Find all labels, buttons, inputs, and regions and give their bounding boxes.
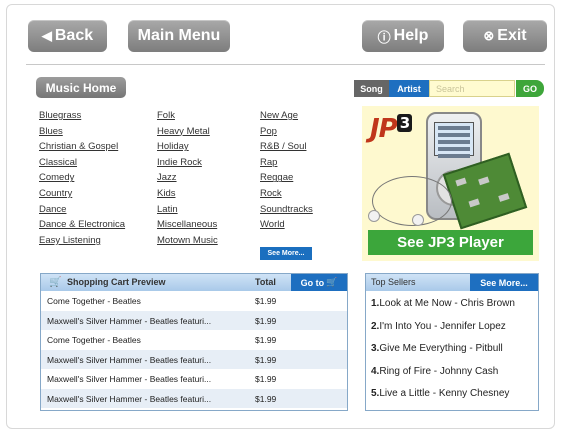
genre-link[interactable]: Rap <box>260 157 277 168</box>
genre-link[interactable]: Bluegrass <box>39 110 81 121</box>
genre-link[interactable]: Reggae <box>260 172 293 183</box>
cart-row[interactable]: Maxwell's Silver Hammer - Beatles featur… <box>41 388 347 408</box>
cart-item-price: $1.99 <box>255 335 277 345</box>
exit-label: Exit <box>497 27 527 44</box>
help-button[interactable]: ⓘ Help <box>362 20 444 52</box>
cart-item-price: $1.99 <box>255 374 277 384</box>
genre-link[interactable]: Heavy Metal <box>157 126 210 137</box>
top-seller-title: I'm Into You - Jennifer Lopez <box>379 320 506 332</box>
genre-link[interactable]: World <box>260 219 285 230</box>
genre-link[interactable]: Holiday <box>157 141 189 152</box>
cart-item-name: Maxwell's Silver Hammer - Beatles featur… <box>47 393 212 404</box>
top-seller-item[interactable]: 4.Ring of Fire - Johnny Cash <box>371 366 498 377</box>
genre-link[interactable]: R&B / Soul <box>260 141 306 152</box>
cart-row[interactable]: Maxwell's Silver Hammer - Beatles featur… <box>41 310 347 330</box>
cart-title: Shopping Cart Preview <box>67 277 166 287</box>
cart-item-price: $1.99 <box>255 393 277 404</box>
jp3-logo: JP 3 <box>370 114 413 144</box>
top-seller-item[interactable]: 3.Give Me Everything - Pitbull <box>371 343 503 354</box>
cart-item-price: $1.99 <box>255 296 277 306</box>
cart-item-price: $1.99 <box>255 315 277 326</box>
top-seller-item[interactable]: 1.Look at Me Now - Chris Brown <box>371 298 515 309</box>
header-divider <box>26 64 545 65</box>
top-seller-title: Live a Little - Kenny Chesney <box>379 388 510 399</box>
cart-total-label: Total <box>255 277 276 287</box>
cart-icon: 🛒 <box>49 277 62 288</box>
jp3-ad-banner[interactable]: JP 3 See JP3 Player <box>362 106 539 261</box>
top-sellers-header: Top Sellers See More... <box>366 274 538 291</box>
genre-link[interactable]: Country <box>39 188 72 199</box>
exit-icon: ⊗ <box>483 28 495 43</box>
back-button[interactable]: ◀ Back <box>28 20 107 52</box>
earbud-image <box>368 210 380 222</box>
genre-link[interactable]: Christian & Gospel <box>39 141 118 152</box>
help-label: Help <box>393 27 429 44</box>
top-seller-title: Give Me Everything - Pitbull <box>379 343 503 354</box>
shopping-cart-preview: 🛒 Shopping Cart Preview Total Go to 🛒 Co… <box>40 273 348 411</box>
song-tab[interactable]: Song <box>354 80 389 97</box>
genre-link[interactable]: New Age <box>260 110 298 121</box>
cart-item-name: Maxwell's Silver Hammer - Beatles featur… <box>47 374 212 384</box>
back-arrow-icon: ◀ <box>41 28 52 43</box>
music-home-button[interactable]: Music Home <box>36 77 126 98</box>
genre-link[interactable]: Pop <box>260 126 277 137</box>
cart-row[interactable]: Maxwell's Silver Hammer - Beatles featur… <box>41 369 347 388</box>
go-to-cart-button[interactable]: Go to 🛒 <box>291 274 347 291</box>
help-icon: ⓘ <box>377 29 391 45</box>
top-sellers-panel: Top Sellers See More... 1.Look at Me Now… <box>365 273 539 411</box>
earbud-image <box>412 214 424 226</box>
back-label: Back <box>54 27 94 44</box>
genre-link[interactable]: Motown Music <box>157 235 218 246</box>
genre-link[interactable]: Latin <box>157 204 178 215</box>
cart-item-name: Come Together - Beatles <box>47 335 141 345</box>
genre-link[interactable]: Dance & Electronica <box>39 219 125 230</box>
genre-link[interactable]: Miscellaneous <box>157 219 217 230</box>
main-menu-button[interactable]: Main Menu <box>128 20 230 52</box>
cart-item-name: Come Together - Beatles <box>47 296 141 306</box>
top-seller-item[interactable]: 2.I'm Into You - Jennifer Lopez <box>371 321 506 332</box>
cart-item-name: Maxwell's Silver Hammer - Beatles featur… <box>47 354 212 365</box>
top-seller-item[interactable]: 5.Live a Little - Kenny Chesney <box>371 388 509 399</box>
genre-link[interactable]: Dance <box>39 204 66 215</box>
genre-link[interactable]: Soundtracks <box>260 204 313 215</box>
genre-link[interactable]: Folk <box>157 110 175 121</box>
genres-see-more-button[interactable]: See More... <box>260 247 312 260</box>
cart-item-price: $1.99 <box>255 354 277 365</box>
cart-item-name: Maxwell's Silver Hammer - Beatles featur… <box>47 315 212 326</box>
top-seller-title: Look at Me Now - Chris Brown <box>379 298 515 309</box>
genre-link[interactable]: Comedy <box>39 172 74 183</box>
top-sellers-title: Top Sellers <box>371 277 416 287</box>
cart-icon: 🛒 <box>326 277 338 287</box>
genre-link[interactable]: Jazz <box>157 172 177 183</box>
genre-link[interactable]: Rock <box>260 188 282 199</box>
artist-tab[interactable]: Artist <box>389 80 429 97</box>
cart-header: 🛒 Shopping Cart Preview Total Go to 🛒 <box>41 274 347 291</box>
genre-link[interactable]: Easy Listening <box>39 235 101 246</box>
search-input[interactable]: Search <box>429 80 515 97</box>
cart-row[interactable]: Come Together - Beatles $1.99 <box>41 291 347 310</box>
genre-link[interactable]: Classical <box>39 157 77 168</box>
exit-button[interactable]: ⊗ Exit <box>463 20 547 52</box>
see-jp3-player-button[interactable]: See JP3 Player <box>368 230 533 255</box>
genre-link[interactable]: Kids <box>157 188 175 199</box>
go-button[interactable]: GO <box>516 80 544 97</box>
genre-link[interactable]: Indie Rock <box>157 157 202 168</box>
top-seller-title: Ring of Fire - Johnny Cash <box>379 365 499 377</box>
genre-link[interactable]: Blues <box>39 126 63 137</box>
cart-row[interactable]: Come Together - Beatles $1.99 <box>41 330 347 349</box>
cart-row[interactable]: Maxwell's Silver Hammer - Beatles featur… <box>41 349 347 369</box>
top-sellers-see-more-button[interactable]: See More... <box>470 274 538 291</box>
main-menu-label: Main Menu <box>137 27 221 44</box>
